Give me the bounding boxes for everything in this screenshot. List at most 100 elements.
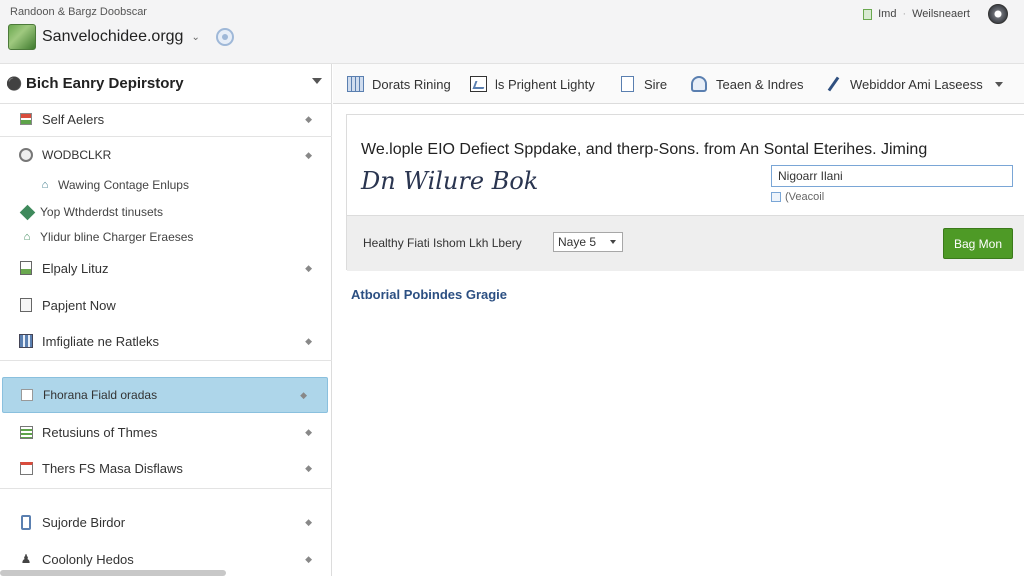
select-value: Naye 5: [558, 235, 597, 249]
sidebar-divider: [0, 488, 332, 489]
people-icon: [690, 75, 708, 93]
list-icon: [18, 424, 34, 440]
toolbar-item-webiddor[interactable]: Webiddor Ami Laseess: [824, 64, 1003, 104]
filter-label: Healthy Fiati Ishom Lkh Lbery: [363, 236, 522, 250]
go-button[interactable]: Bag Mon: [943, 228, 1013, 259]
page-icon: [18, 297, 34, 313]
toolbar-item-label: Teaen & Indres: [716, 76, 804, 92]
content-card: We.lople EIO Defiect Sppdake, and therp-…: [346, 114, 1024, 271]
section-link[interactable]: Atborial Pobindes Gragie: [351, 287, 507, 302]
house-icon: ⌂: [41, 179, 49, 191]
expand-icon[interactable]: ◆: [305, 150, 312, 161]
filter-bar: Healthy Fiati Ishom Lkh Lbery Naye 5 Bag…: [347, 215, 1024, 271]
sidebar-subitem[interactable]: ⌂ Wawing Contage Enlups: [0, 176, 332, 194]
location-pin-icon: ⚫: [6, 75, 23, 91]
toolbar-item-dorats-rining[interactable]: Dorats Rining: [346, 64, 451, 104]
sidebar-header[interactable]: ⚫ Bich Eanry Depirstory: [0, 64, 332, 104]
expand-icon[interactable]: ◆: [305, 263, 312, 274]
toolbar-item-label: ls Prighent Lighty: [495, 76, 595, 92]
sidebar-divider: [0, 360, 332, 361]
toolbar-item-sire[interactable]: Sire: [618, 64, 667, 104]
sidebar-item-papjent-now[interactable]: Papjent Now: [0, 294, 332, 316]
sidebar-item-coolonly-hedos[interactable]: ♟ Coolonly Hedos ◆: [0, 548, 332, 570]
sidebar-subitem[interactable]: Yop Wthderdst tinusets: [0, 203, 332, 221]
sidebar-item-label: Sujorde Birdor: [42, 514, 126, 530]
sidebar-subitem-label: Wawing Contage Enlups: [58, 178, 189, 192]
sidebar-item-label: WODBCLKR: [42, 148, 112, 162]
house-icon: ⌂: [23, 231, 31, 243]
sidebar-item-label: Thers FS Masa Disflaws: [42, 460, 183, 476]
globe-icon[interactable]: [215, 28, 234, 46]
toolbar-item-prighent-lighty[interactable]: ls Prighent Lighty: [469, 64, 595, 104]
diamond-icon: [19, 204, 35, 220]
pen-icon: [824, 75, 842, 93]
square-icon: [19, 387, 35, 403]
document-icon: [18, 260, 34, 276]
sidebar-subitem-label: Yop Wthderdst tinusets: [40, 205, 163, 219]
sidebar-item-imfigliate[interactable]: Imfigliate ne Ratleks ◆: [0, 330, 332, 352]
sidebar-scrollbar[interactable]: [0, 570, 226, 576]
expand-icon[interactable]: ◆: [305, 554, 312, 565]
sidebar-item-label: Imfigliate ne Ratleks: [42, 333, 160, 349]
sidebar-subitem-label: Ylidur bline Charger Eraeses: [40, 230, 194, 244]
toolbar-item-teaen-indres[interactable]: Teaen & Indres: [690, 64, 803, 104]
sidebar-item-thers-fs[interactable]: Thers FS Masa Disflaws ◆: [0, 457, 332, 479]
site-row[interactable]: Sanvelochidee.orgg ⌄: [8, 24, 234, 50]
sidebar-item-label: Elpaly Lituz: [42, 260, 109, 276]
toolbar-item-label: Dorats Rining: [372, 76, 451, 92]
flag-icon: [18, 111, 34, 127]
site-name[interactable]: Sanvelochidee.orgg: [42, 28, 183, 46]
sidebar-item-label: Coolonly Hedos: [42, 551, 134, 567]
sidebar-title: Bich Eanry Depirstory: [26, 75, 184, 92]
phone-icon: [18, 514, 34, 530]
expand-icon[interactable]: ◆: [305, 114, 312, 125]
user-area[interactable]: Imd · Weilsneaert: [863, 8, 970, 20]
sidebar-item-elpaly-lituz[interactable]: Elpaly Lituz ◆: [0, 257, 332, 279]
helper-row[interactable]: (Veacoil: [771, 191, 824, 203]
expand-icon[interactable]: ◆: [305, 427, 312, 438]
chevron-down-icon: [610, 240, 616, 244]
circle-icon: [18, 147, 34, 163]
sidebar-item-label: Self Aelers: [42, 111, 105, 127]
chart-icon: [18, 333, 34, 349]
page-select[interactable]: Naye 5: [553, 232, 623, 252]
caret-down-icon[interactable]: [994, 81, 1003, 87]
sidebar-item-sujorde-birdor[interactable]: Sujorde Birdor ◆: [0, 511, 332, 533]
user-mini-icon: [863, 8, 873, 20]
sidebar-item-label: Retusiuns of Thmes: [42, 424, 158, 440]
caret-down-icon[interactable]: [312, 78, 322, 84]
grid-icon: [346, 75, 364, 93]
sidebar-item-wodbclkr[interactable]: WODBCLKR ◆: [0, 144, 332, 166]
sidebar-divider: [0, 136, 332, 137]
sidebar-subitem[interactable]: ⌂ Ylidur bline Charger Eraeses: [0, 228, 332, 246]
sidebar-item-self-aelers[interactable]: Self Aelers ◆: [0, 108, 332, 130]
app-title: Randoon & Bargz Doobscar: [10, 6, 147, 18]
toolbar-item-label: Sire: [644, 76, 668, 92]
expand-icon[interactable]: ◆: [300, 390, 307, 401]
helper-text: (Veacoil: [785, 191, 825, 203]
chevron-down-icon[interactable]: ⌄: [191, 32, 199, 43]
name-input[interactable]: [771, 165, 1013, 187]
card-heading: We.lople EIO Defiect Sppdake, and therp-…: [361, 141, 928, 158]
sidebar-item-fhorana-selected[interactable]: Fhorana Fiald oradas ◆: [2, 377, 328, 413]
top-bar: Randoon & Bargz Doobscar Sanvelochidee.o…: [0, 0, 1024, 64]
sidebar-item-retusiuns[interactable]: Retusiuns of Thmes ◆: [0, 421, 332, 443]
toolbar: Dorats Rining ls Prighent Lighty Sire Te…: [333, 64, 1024, 104]
page-icon: [618, 75, 636, 93]
expand-icon[interactable]: ◆: [305, 517, 312, 528]
toolbar-item-label: Webiddor Ami Laseess: [850, 76, 983, 92]
calendar-icon: [18, 460, 34, 476]
user-text: Imd: [878, 8, 897, 20]
sidebar: ⚫ Bich Eanry Depirstory Self Aelers ◆ WO…: [0, 64, 332, 576]
card-script-title: Dn Wilure Bok: [361, 167, 539, 195]
expand-icon[interactable]: ◆: [305, 336, 312, 347]
chart-icon: [469, 75, 487, 93]
expand-icon[interactable]: ◆: [305, 463, 312, 474]
settings-icon[interactable]: [988, 4, 1008, 24]
user-separator-dot: ·: [902, 8, 907, 20]
checkbox-icon[interactable]: [771, 192, 781, 202]
sidebar-item-label: Papjent Now: [42, 297, 116, 313]
person-icon: ♟: [20, 552, 32, 566]
user-name[interactable]: Weilsneaert: [912, 8, 970, 20]
card-top: We.lople EIO Defiect Sppdake, and therp-…: [347, 115, 1024, 215]
